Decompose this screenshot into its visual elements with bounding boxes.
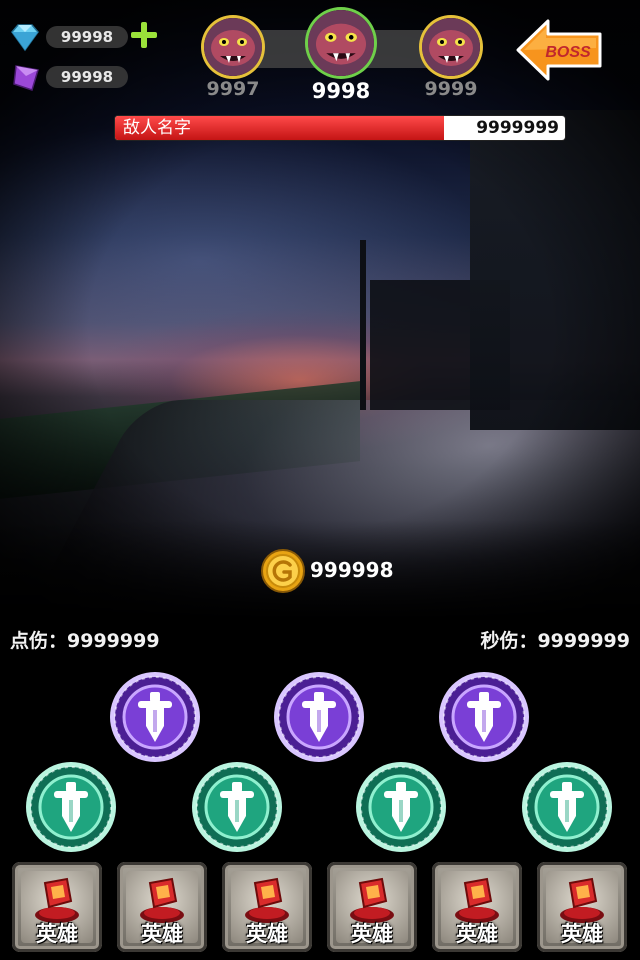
hero-slot-6[interactable]: 英雄 — [537, 862, 627, 952]
skill-purple-2[interactable] — [272, 670, 366, 764]
monster-icon — [308, 10, 374, 76]
tap-damage-stat: 点伤：9999999 — [10, 630, 160, 652]
gold-coin-icon — [261, 549, 305, 593]
diamond-value: 99998 — [46, 26, 128, 48]
hero-label: 英雄 — [351, 922, 393, 946]
enemy-portrait-prev[interactable] — [204, 18, 262, 76]
boss-label: BOSS — [545, 44, 591, 61]
skill-green-4[interactable] — [520, 760, 614, 854]
diamond-icon — [11, 24, 39, 52]
enemy-portrait-next[interactable] — [422, 18, 480, 76]
sword-skill-icon — [522, 762, 612, 852]
hero-slot-5[interactable]: 英雄 — [432, 862, 522, 952]
sword-skill-icon — [356, 762, 446, 852]
arrow-left-icon: BOSS — [516, 19, 602, 81]
hero-label: 英雄 — [36, 922, 78, 946]
plus-icon[interactable] — [131, 22, 157, 48]
hero-label: 英雄 — [246, 922, 288, 946]
dps-stat: 秒伤：9999999 — [480, 630, 630, 652]
crystal-counter: 99998 — [8, 62, 158, 92]
skill-green-3[interactable] — [354, 760, 448, 854]
sword-skill-icon — [439, 672, 529, 762]
sword-skill-icon — [110, 672, 200, 762]
crystal-value: 99998 — [46, 66, 128, 88]
hero-slot-3[interactable]: 英雄 — [222, 862, 312, 952]
enemy-hp-bar: 敌人名字 9999999 — [115, 116, 565, 140]
enemy-hp-value: 9999999 — [476, 118, 559, 138]
skill-green-1[interactable] — [24, 760, 118, 854]
gold-counter: 999998 — [260, 548, 394, 594]
enemy-number-next: 9999 — [424, 78, 478, 100]
skill-green-2[interactable] — [190, 760, 284, 854]
skill-purple-1[interactable] — [108, 670, 202, 764]
hero-label: 英雄 — [456, 922, 498, 946]
hero-label: 英雄 — [561, 922, 603, 946]
sword-skill-icon — [274, 672, 364, 762]
gold-value: 999998 — [310, 558, 394, 582]
monster-icon — [204, 18, 262, 76]
purple-crystal-icon — [13, 65, 39, 91]
hero-slot-1[interactable]: 英雄 — [12, 862, 102, 952]
enemy-portrait-current[interactable] — [308, 10, 374, 76]
hero-label: 英雄 — [141, 922, 183, 946]
enemy-number-current: 9998 — [311, 79, 371, 103]
sword-skill-icon — [192, 762, 282, 852]
hero-slot-4[interactable]: 英雄 — [327, 862, 417, 952]
enemy-name: 敌人名字 — [123, 118, 191, 138]
monster-icon — [422, 18, 480, 76]
skill-purple-3[interactable] — [437, 670, 531, 764]
sword-skill-icon — [26, 762, 116, 852]
boss-button[interactable]: BOSS — [516, 18, 604, 82]
hero-slot-2[interactable]: 英雄 — [117, 862, 207, 952]
enemy-number-prev: 9997 — [206, 78, 260, 100]
